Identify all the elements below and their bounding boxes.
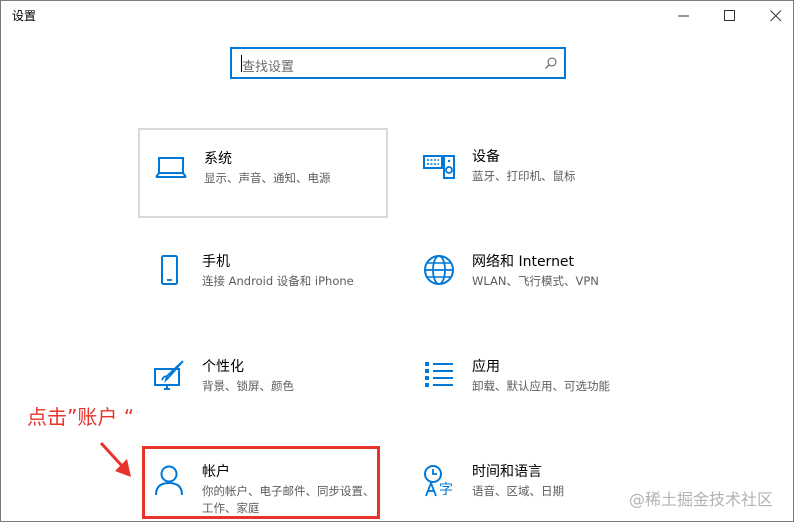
svg-text:字: 字 bbox=[439, 482, 453, 497]
tile-title: 应用 bbox=[472, 359, 500, 375]
tile-system[interactable]: 系统 显示、声音、通知、电源 bbox=[138, 128, 388, 218]
globe-icon bbox=[424, 255, 454, 285]
watermark: @稀土掘金技术社区 bbox=[629, 490, 774, 509]
annotation-highlight-box bbox=[142, 446, 380, 519]
tile-description: 卸载、默认应用、可选功能 bbox=[472, 379, 610, 393]
close-button[interactable] bbox=[753, 1, 794, 31]
annotation-label: 点击”账户 “ bbox=[27, 405, 135, 429]
tile-title: 设备 bbox=[472, 149, 500, 165]
tile-time-language[interactable]: 字 时间和语言 语音、区域、日期 bbox=[408, 443, 658, 522]
laptop-icon bbox=[155, 157, 187, 178]
close-icon bbox=[770, 10, 782, 22]
tile-description: 蓝牙、打印机、鼠标 bbox=[472, 169, 576, 183]
tile-description: 显示、声音、通知、电源 bbox=[204, 171, 331, 185]
tile-title: 个性化 bbox=[202, 359, 244, 375]
paint-monitor-icon bbox=[154, 360, 184, 390]
search-placeholder: 查找设置 bbox=[242, 60, 295, 75]
apps-list-icon bbox=[425, 362, 453, 387]
search-input[interactable]: 查找设置 bbox=[230, 47, 566, 79]
tile-phone[interactable]: 手机 连接 Android 设备和 iPhone bbox=[138, 233, 388, 323]
maximize-button[interactable] bbox=[707, 1, 753, 31]
settings-window: 设置 查找设置 系统 显示、声音、通知、电源 设备 蓝牙、打印机、鼠标 手机 连… bbox=[0, 0, 794, 522]
tile-title: 手机 bbox=[202, 254, 230, 270]
tile-description: 语音、区域、日期 bbox=[472, 484, 564, 498]
search-icon[interactable] bbox=[544, 56, 558, 70]
tile-personalization[interactable]: 个性化 背景、锁屏、颜色 bbox=[138, 338, 388, 428]
maximize-icon bbox=[724, 10, 735, 21]
annotation-arrow-icon bbox=[99, 441, 131, 477]
tile-network[interactable]: 网络和 Internet WLAN、飞行模式、VPN bbox=[408, 233, 658, 323]
minimize-button[interactable] bbox=[661, 1, 707, 31]
tile-title: 系统 bbox=[204, 151, 232, 167]
tile-description: 连接 Android 设备和 iPhone bbox=[202, 274, 354, 288]
window-title: 设置 bbox=[12, 9, 37, 23]
minimize-icon bbox=[678, 15, 689, 17]
tile-apps[interactable]: 应用 卸载、默认应用、可选功能 bbox=[408, 338, 658, 428]
keyboard-speaker-icon bbox=[423, 155, 455, 179]
tile-title: 时间和语言 bbox=[472, 464, 542, 480]
tile-description: 背景、锁屏、颜色 bbox=[202, 379, 294, 393]
title-bar: 设置 bbox=[1, 1, 793, 31]
time-language-icon: 字 bbox=[424, 465, 453, 497]
tile-devices[interactable]: 设备 蓝牙、打印机、鼠标 bbox=[408, 128, 658, 218]
tile-description: WLAN、飞行模式、VPN bbox=[472, 274, 599, 288]
phone-icon bbox=[161, 255, 178, 285]
tile-title: 网络和 Internet bbox=[472, 254, 575, 270]
